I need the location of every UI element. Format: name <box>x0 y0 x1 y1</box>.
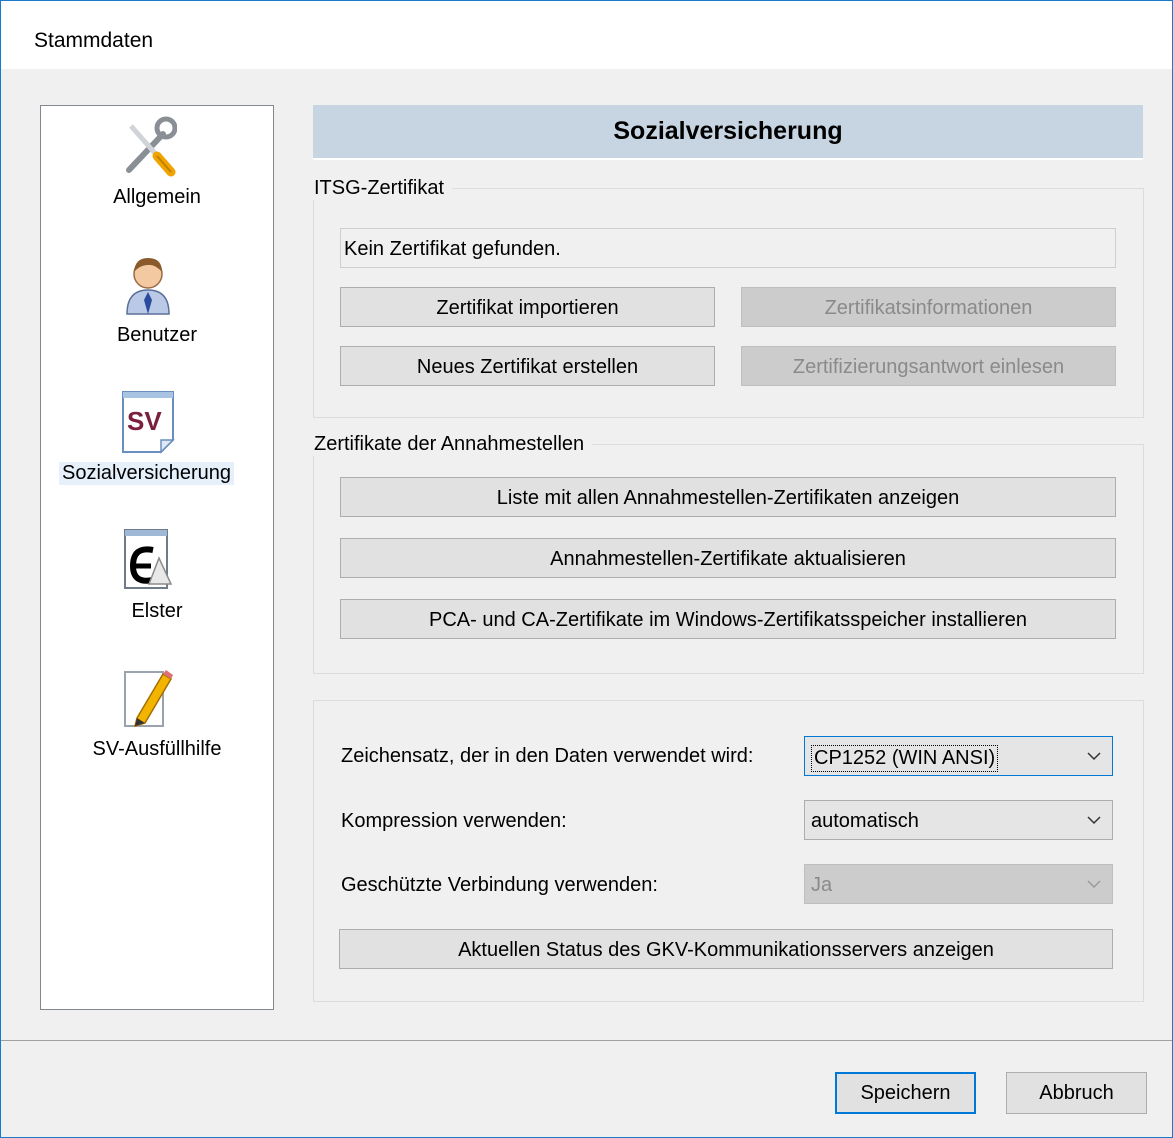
new-certificate-button[interactable]: Neues Zertifikat erstellen <box>340 346 715 386</box>
save-button[interactable]: Speichern <box>835 1072 976 1114</box>
user-icon <box>126 258 170 315</box>
button-label: Zertifizierungsantwort einlesen <box>792 356 1065 378</box>
sv-icon-text: SV <box>127 406 162 436</box>
charset-label: Zeichensatz, der in den Daten verwendet … <box>341 745 754 767</box>
button-label: Annahmestellen-Zertifikate aktualisieren <box>550 548 906 570</box>
sidebar-item-benutzer[interactable]: Benutzer <box>41 252 273 372</box>
button-label: Zertifikatsinformationen <box>824 297 1033 319</box>
certification-response-button[interactable]: Zertifizierungsantwort einlesen <box>741 346 1116 386</box>
sidebar-item-label: SV-Ausfüllhilfe <box>92 738 222 760</box>
sidebar-item-allgemein[interactable]: Allgemein <box>41 114 273 234</box>
sidebar-item-sozialversicherung[interactable]: SV Sozialversicherung <box>41 390 273 510</box>
cancel-button[interactable]: Abbruch <box>1006 1072 1147 1114</box>
footer-divider <box>1 1040 1172 1041</box>
button-label: Zertifikat importieren <box>436 297 619 319</box>
update-certificates-button[interactable]: Annahmestellen-Zertifikate aktualisieren <box>340 538 1116 578</box>
secure-connection-label: Geschützte Verbindung verwenden: <box>341 874 658 896</box>
window-title: Stammdaten <box>34 29 154 52</box>
button-label: Aktuellen Status des GKV-Kommunikationss… <box>458 939 994 961</box>
itsg-group-label: ITSG-Zertifikat <box>306 177 453 200</box>
compression-select[interactable]: automatisch <box>804 800 1113 840</box>
elster-icon <box>124 529 173 589</box>
sidebar-item-label: Benutzer <box>116 324 198 346</box>
charset-value: CP1252 (WIN ANSI) <box>811 745 999 772</box>
title-bar: Stammdaten <box>1 1 1172 69</box>
secure-connection-select[interactable]: Ja <box>804 864 1113 904</box>
certificate-status-box: Kein Zertifikat gefunden. <box>340 228 1116 268</box>
chevron-down-icon <box>1087 752 1101 761</box>
compression-value: automatisch <box>811 810 919 832</box>
sidebar-item-label: Sozialversicherung <box>59 462 234 485</box>
button-label: Liste mit allen Annahmestellen-Zertifika… <box>496 487 960 509</box>
secure-connection-value: Ja <box>811 874 833 896</box>
list-certificates-button[interactable]: Liste mit allen Annahmestellen-Zertifika… <box>340 477 1116 517</box>
sidebar-item-elster[interactable]: Elster <box>41 528 273 648</box>
server-status-button[interactable]: Aktuellen Status des GKV-Kommunikationss… <box>339 929 1113 969</box>
certificate-status-text: Kein Zertifikat gefunden. <box>344 238 561 260</box>
chevron-down-icon <box>1087 816 1101 825</box>
import-certificate-button[interactable]: Zertifikat importieren <box>340 287 715 327</box>
certificate-info-button[interactable]: Zertifikatsinformationen <box>741 287 1116 327</box>
sidebar: Allgemein Benutzer SV Sozialversicherung… <box>40 105 274 1010</box>
sv-document-icon: SV <box>122 391 175 454</box>
compression-label: Kompression verwenden: <box>341 810 567 832</box>
charset-select[interactable]: CP1252 (WIN ANSI) <box>804 736 1113 776</box>
panel-header: Sozialversicherung <box>313 105 1143 160</box>
sidebar-item-label: Allgemein <box>113 186 201 208</box>
page-title: Sozialversicherung <box>613 117 843 145</box>
install-certificates-button[interactable]: PCA- und CA-Zertifikate im Windows-Zerti… <box>340 599 1116 639</box>
tools-icon <box>126 116 177 177</box>
annahmestellen-group-label: Zertifikate der Annahmestellen <box>306 433 593 456</box>
button-label: PCA- und CA-Zertifikate im Windows-Zerti… <box>429 609 1027 631</box>
sidebar-item-label: Elster <box>131 600 183 622</box>
pencil-document-icon <box>124 670 173 728</box>
button-label: Neues Zertifikat erstellen <box>416 356 639 378</box>
sidebar-item-sv-ausfuellhilfe[interactable]: SV-Ausfüllhilfe <box>41 666 273 786</box>
chevron-down-icon <box>1087 880 1101 889</box>
